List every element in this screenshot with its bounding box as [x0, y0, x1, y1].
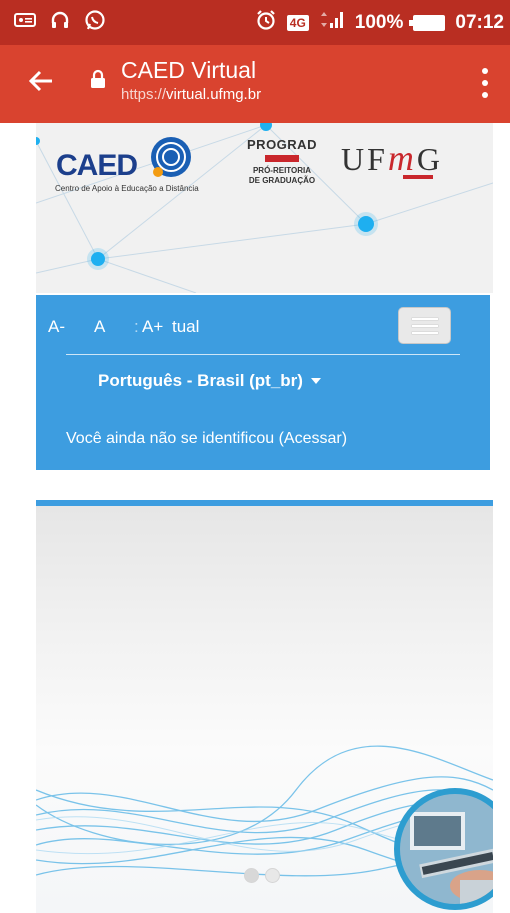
ufmg-letter-f: F: [367, 141, 388, 177]
prograd-sub-1: PRÓ-REITORIA: [252, 166, 312, 175]
ufmg-letter-u: U: [341, 141, 368, 177]
slideshow[interactable]: [36, 500, 493, 913]
font-decrease-button[interactable]: A-: [48, 317, 94, 337]
battery-icon: [409, 15, 446, 31]
page-title: CAED Virtual: [121, 57, 257, 83]
battery-percent: 100%: [354, 12, 404, 33]
whatsapp-icon: [84, 9, 106, 36]
brand-text-fragment[interactable]: tual: [172, 317, 199, 337]
ufmg-bar: [403, 175, 433, 179]
font-normal-button[interactable]: A: [94, 317, 134, 337]
prograd-title: PROGRAD: [247, 137, 317, 152]
slide-dot-1[interactable]: [244, 868, 259, 883]
headphones-icon: [50, 10, 70, 35]
prograd-logo[interactable]: PROGRAD PRÓ-REITORIA DE GRADUAÇÃO: [242, 137, 322, 186]
caret-down-icon: [310, 378, 321, 384]
font-increase-button[interactable]: A+: [142, 317, 168, 337]
menu-toggle-button[interactable]: [398, 307, 451, 344]
signal-icon: [319, 10, 345, 36]
ufmg-letter-g: G: [416, 141, 444, 177]
nav-panel: A- A : A+ tual Português - Brasil (pt_br…: [36, 295, 490, 470]
hamburger-icon: [411, 317, 438, 320]
font-separator: :: [134, 317, 139, 336]
language-selector[interactable]: Português - Brasil (pt_br): [98, 371, 321, 391]
overflow-menu-icon[interactable]: [480, 68, 490, 98]
slide-dot-2[interactable]: [265, 868, 280, 883]
font-size-controls: A- A : A+: [48, 317, 168, 337]
status-bar: 4G 100% 07:12: [0, 0, 510, 45]
url-host: virtual.ufmg.br: [166, 86, 262, 103]
ufmg-letter-m: m: [387, 138, 417, 178]
alarm-icon: [255, 9, 277, 37]
url-scheme: https://: [121, 86, 167, 103]
clock: 07:12: [455, 12, 504, 33]
back-arrow-icon[interactable]: [26, 66, 56, 96]
browser-toolbar: CAED Virtual https://virtual.ufmg.br: [0, 45, 510, 123]
lock-icon[interactable]: [90, 69, 106, 89]
caed-logo-text: CAED: [56, 149, 137, 182]
url-display[interactable]: https://virtual.ufmg.br: [121, 86, 261, 103]
site-header: CAED Centro de Apoio à Educação a Distân…: [36, 123, 493, 293]
prograd-sub-2: DE GRADUAÇÃO: [248, 176, 316, 185]
nav-divider: [66, 354, 460, 355]
network-type-badge: 4G: [286, 15, 309, 31]
prograd-bar: [265, 155, 299, 162]
login-status-link[interactable]: Você ainda não se identificou (Acessar): [66, 430, 347, 448]
ufmg-logo[interactable]: UFmG: [341, 137, 443, 179]
caed-logo[interactable]: CAED: [56, 135, 206, 188]
slide-indicators: [244, 868, 280, 883]
caed-subtitle: Centro de Apoio à Educação a Distância: [55, 184, 199, 193]
voicemail-icon: [14, 12, 36, 33]
language-label: Português - Brasil (pt_br): [98, 371, 303, 390]
